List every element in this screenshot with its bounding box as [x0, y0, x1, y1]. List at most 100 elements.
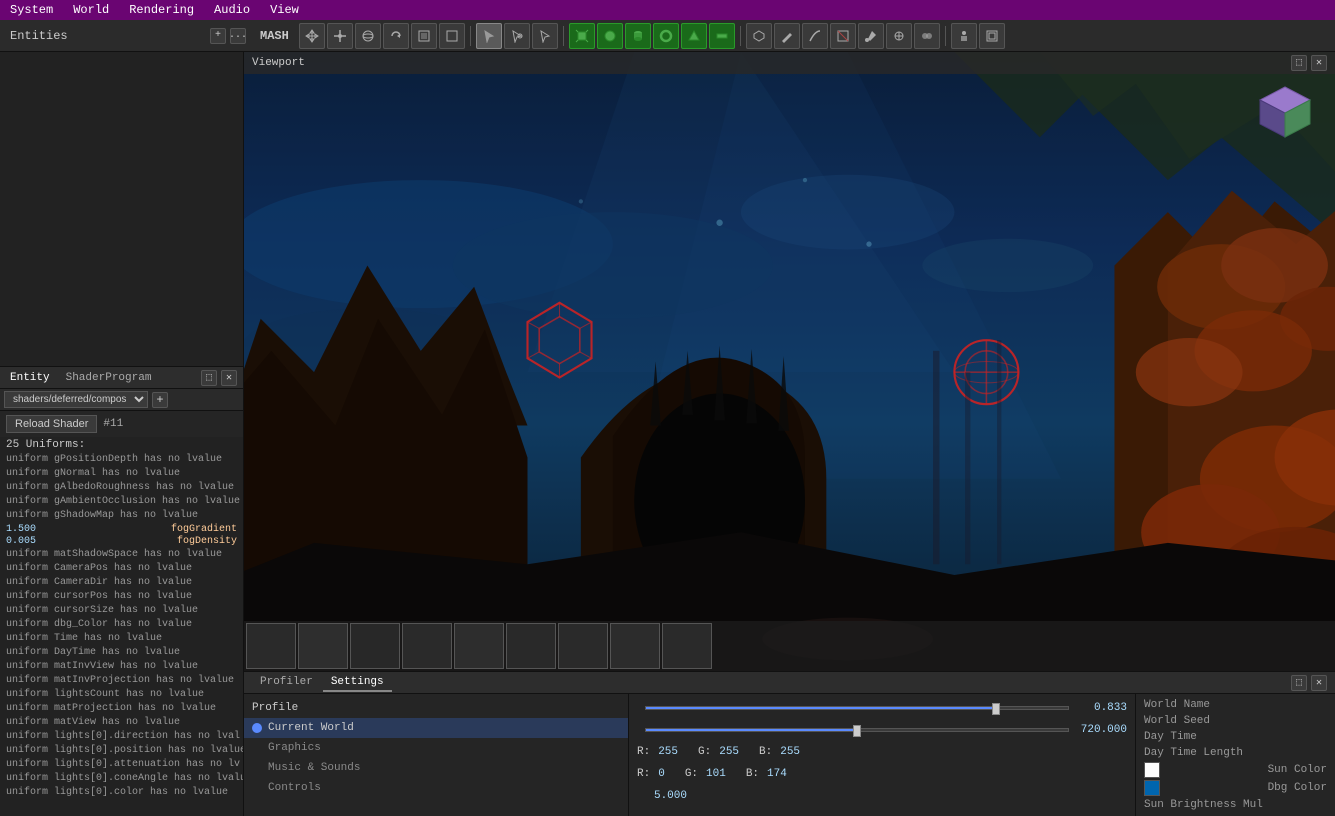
thumb-2[interactable]: [298, 623, 348, 669]
tool-cube[interactable]: [569, 23, 595, 49]
uniform-line-14: uniform matInvView has no lvalue: [6, 660, 237, 674]
tool-settings-2[interactable]: [979, 23, 1005, 49]
info-sun-brightness-label: Sun Brightness Mul: [1144, 799, 1263, 811]
info-day-time-length-label: Day Time Length: [1144, 747, 1243, 759]
viewport-close-btn[interactable]: ✕: [1311, 55, 1327, 71]
entities-more-btn[interactable]: ...: [230, 28, 246, 44]
thumb-9[interactable]: [662, 623, 712, 669]
uniform-line-12: uniform Time has no lvalue: [6, 632, 237, 646]
profiler-controls[interactable]: Controls: [244, 778, 628, 798]
tool-eyedrop[interactable]: [886, 23, 912, 49]
viewport-container[interactable]: Viewport ⬚ ✕: [244, 52, 1335, 671]
sun-color-swatch[interactable]: [1144, 762, 1160, 778]
tool-scale-box[interactable]: [411, 23, 437, 49]
uniform-line-6: uniform matShadowSpace has no lvalue: [6, 548, 237, 562]
fog-density-label: fogDensity: [177, 536, 237, 547]
thumb-5[interactable]: [454, 623, 504, 669]
shader-path-dropdown[interactable]: shaders/deferred/compos: [4, 391, 148, 408]
content-area: Entity ShaderProgram ⬚ ✕ shaders/deferre…: [0, 52, 1335, 816]
thumb-3[interactable]: [350, 623, 400, 669]
tool-paint[interactable]: [774, 23, 800, 49]
tool-torus[interactable]: [653, 23, 679, 49]
uniform-line-8: uniform CameraDir has no lvalue: [6, 576, 237, 590]
tool-sphere[interactable]: [597, 23, 623, 49]
world-name-row: World Name: [1144, 698, 1327, 712]
viewport-float-btn[interactable]: ⬚: [1291, 55, 1307, 71]
bottom-panel-close[interactable]: ✕: [1311, 675, 1327, 691]
tool-blend[interactable]: [914, 23, 940, 49]
thumb-7[interactable]: [558, 623, 608, 669]
info-day-time-length-row: Day Time Length: [1144, 746, 1327, 760]
uniform-line-13: uniform DayTime has no lvalue: [6, 646, 237, 660]
tool-cylinder[interactable]: [625, 23, 651, 49]
tool-erase[interactable]: [830, 23, 856, 49]
uniform-fog-density: 0.005 fogDensity: [6, 536, 237, 547]
entities-list[interactable]: [0, 52, 243, 366]
entity-panel-float[interactable]: ⬚: [201, 370, 217, 386]
tool-translate[interactable]: [327, 23, 353, 49]
menu-rendering[interactable]: Rendering: [125, 3, 198, 17]
tool-color-pick[interactable]: [858, 23, 884, 49]
tool-rotate[interactable]: [383, 23, 409, 49]
profiler-graphics[interactable]: Graphics: [244, 738, 628, 758]
thumbnail-strip: [244, 621, 1335, 671]
thumb-6[interactable]: [506, 623, 556, 669]
thumb-4[interactable]: [402, 623, 452, 669]
profiler-profile-item[interactable]: Profile: [244, 698, 628, 718]
tool-plane[interactable]: [709, 23, 735, 49]
sun-color-inputs: R: 255 G: 255 B: 255: [637, 742, 1127, 762]
day-time-slider[interactable]: [645, 706, 1069, 710]
menu-system[interactable]: System: [6, 3, 57, 17]
profiler-current-world[interactable]: Current World: [244, 718, 628, 738]
toolbar-sep-3: [740, 26, 741, 46]
tool-lasso[interactable]: [504, 23, 530, 49]
reload-shader-btn[interactable]: Reload Shader: [6, 415, 97, 433]
current-world-label: Current World: [268, 722, 354, 734]
thumb-8[interactable]: [610, 623, 660, 669]
tool-scale[interactable]: [439, 23, 465, 49]
fog-gradient-value: 1.500: [6, 524, 36, 535]
main-toolbar: Entities + ... MASH: [0, 20, 1335, 52]
menu-view[interactable]: View: [266, 3, 303, 17]
shader-number: #11: [103, 418, 123, 430]
sun-r-label: R:: [637, 746, 650, 758]
tool-cone[interactable]: [681, 23, 707, 49]
tab-entity[interactable]: Entity: [6, 372, 54, 384]
menu-audio[interactable]: Audio: [210, 3, 254, 17]
info-sun-color-label: Sun Color: [1268, 764, 1327, 776]
tool-polygon[interactable]: [746, 23, 772, 49]
dbg-color-swatch[interactable]: [1144, 780, 1160, 796]
thumb-1[interactable]: [246, 623, 296, 669]
uniform-line-9: uniform cursorPos has no lvalue: [6, 590, 237, 604]
day-time-length-slider[interactable]: [645, 728, 1069, 732]
tool-stroke[interactable]: [802, 23, 828, 49]
uniform-line-19: uniform lights[0].direction has no lval: [6, 730, 237, 744]
dbg-r-value: 0: [658, 768, 665, 780]
tab-settings[interactable]: Settings: [323, 674, 392, 692]
fog-gradient-label: fogGradient: [171, 524, 237, 535]
dbg-b-value: 174: [767, 768, 787, 780]
menu-world[interactable]: World: [69, 3, 113, 17]
tab-profiler[interactable]: Profiler: [252, 674, 321, 692]
tool-soft-select[interactable]: [532, 23, 558, 49]
bottom-tabs: Profiler Settings ⬚ ✕: [244, 672, 1335, 694]
shader-add-btn[interactable]: +: [152, 392, 168, 408]
controls-label: Controls: [268, 782, 321, 794]
tool-select[interactable]: [476, 23, 502, 49]
tab-shader-program[interactable]: ShaderProgram: [62, 372, 156, 384]
tool-figure[interactable]: [951, 23, 977, 49]
profiler-music[interactable]: Music & Sounds: [244, 758, 628, 778]
day-time-length-value: 720.000: [1077, 724, 1127, 736]
toolbar-sep-2: [563, 26, 564, 46]
dbg-color-inputs: R: 0 G: 101 B: 174: [637, 764, 1127, 784]
entity-tabs: Entity ShaderProgram: [6, 372, 155, 384]
bottom-panel: Profiler Settings ⬚ ✕ Profile: [244, 671, 1335, 816]
wireframe-obj-2: [954, 340, 1018, 404]
tool-rotate-sphere[interactable]: [355, 23, 381, 49]
bottom-content: Profile Current World Graphics: [244, 694, 1335, 816]
entities-add-btn[interactable]: +: [210, 28, 226, 44]
tool-move[interactable]: [299, 23, 325, 49]
entity-panel-close[interactable]: ✕: [221, 370, 237, 386]
bottom-panel-float[interactable]: ⬚: [1291, 675, 1307, 691]
day-time-length-row: 720.000: [637, 720, 1127, 740]
